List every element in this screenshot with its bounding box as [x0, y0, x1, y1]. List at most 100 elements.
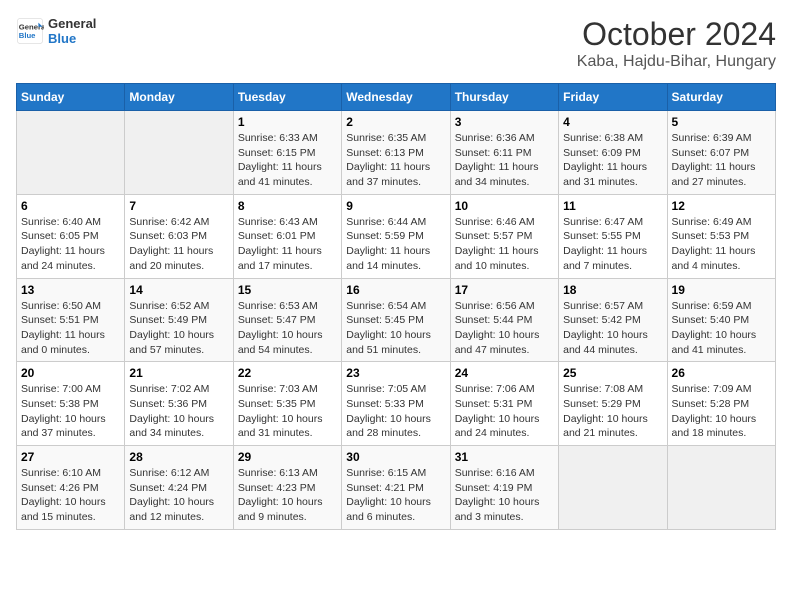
calendar-cell: 20 Sunrise: 7:00 AMSunset: 5:38 PMDayligh…: [17, 362, 125, 446]
calendar-cell: 23Sunrise: 7:05 AMSunset: 5:33 PMDayligh…: [342, 362, 450, 446]
day-number: 21: [129, 366, 228, 380]
day-info: Sunrise: 6:43 AMSunset: 6:01 PMDaylight:…: [238, 215, 337, 274]
day-number: 17: [455, 283, 554, 297]
day-number: 5: [672, 115, 771, 129]
calendar-cell: 18 Sunrise: 6:57 AMSunset: 5:42 PMDayligh…: [559, 278, 667, 362]
day-info: Sunrise: 6:15 AMSunset: 4:21 PMDaylight:…: [346, 466, 445, 525]
calendar-cell: [667, 446, 775, 530]
calendar-table: SundayMondayTuesdayWednesdayThursdayFrid…: [16, 83, 776, 530]
calendar-cell: 1Sunrise: 6:33 AMSunset: 6:15 PMDaylight…: [233, 111, 341, 195]
calendar-body: 1Sunrise: 6:33 AMSunset: 6:15 PMDaylight…: [17, 111, 776, 530]
day-info: Sunrise: 6:53 AMSunset: 5:47 PMDaylight:…: [238, 299, 337, 358]
day-number: 11: [563, 199, 662, 213]
calendar-cell: 3 Sunrise: 6:36 AMSunset: 6:11 PMDaylight…: [450, 111, 558, 195]
day-number: 4: [563, 115, 662, 129]
calendar-cell: 6 Sunrise: 6:40 AMSunset: 6:05 PMDaylight…: [17, 194, 125, 278]
day-info: Sunrise: 7:09 AMSunset: 5:28 PMDaylight:…: [672, 382, 771, 441]
weekday-header-saturday: Saturday: [667, 84, 775, 111]
calendar-cell: 30 Sunrise: 6:15 AMSunset: 4:21 PMDayligh…: [342, 446, 450, 530]
day-number: 7: [129, 199, 228, 213]
day-number: 1: [238, 115, 337, 129]
day-number: 3: [455, 115, 554, 129]
day-number: 14: [129, 283, 228, 297]
day-info: Sunrise: 6:12 AMSunset: 4:24 PMDaylight:…: [129, 466, 228, 525]
day-info: Sunrise: 6:10 AMSunset: 4:26 PMDaylight:…: [21, 466, 120, 525]
day-info: Sunrise: 6:57 AMSunset: 5:42 PMDaylight:…: [563, 299, 662, 358]
calendar-cell: 15 Sunrise: 6:53 AMSunset: 5:47 PMDayligh…: [233, 278, 341, 362]
day-number: 19: [672, 283, 771, 297]
calendar-cell: 8Sunrise: 6:43 AMSunset: 6:01 PMDaylight…: [233, 194, 341, 278]
day-info: Sunrise: 6:49 AMSunset: 5:53 PMDaylight:…: [672, 215, 771, 274]
day-number: 29: [238, 450, 337, 464]
week-row-2: 6 Sunrise: 6:40 AMSunset: 6:05 PMDaylight…: [17, 194, 776, 278]
day-number: 18: [563, 283, 662, 297]
weekday-header-sunday: Sunday: [17, 84, 125, 111]
week-row-4: 20 Sunrise: 7:00 AMSunset: 5:38 PMDayligh…: [17, 362, 776, 446]
calendar-cell: [17, 111, 125, 195]
weekday-header-thursday: Thursday: [450, 84, 558, 111]
title-block: October 2024 Kaba, Hajdu-Bihar, Hungary: [577, 16, 776, 71]
day-info: Sunrise: 7:03 AMSunset: 5:35 PMDaylight:…: [238, 382, 337, 441]
page-header: General Blue General Blue October 2024 K…: [16, 16, 776, 71]
svg-text:Blue: Blue: [19, 31, 36, 40]
day-info: Sunrise: 6:36 AMSunset: 6:11 PMDaylight:…: [455, 131, 554, 190]
calendar-cell: 11 Sunrise: 6:47 AMSunset: 5:55 PMDayligh…: [559, 194, 667, 278]
calendar-cell: 12 Sunrise: 6:49 AMSunset: 5:53 PMDayligh…: [667, 194, 775, 278]
day-info: Sunrise: 6:39 AMSunset: 6:07 PMDaylight:…: [672, 131, 771, 190]
day-info: Sunrise: 6:40 AMSunset: 6:05 PMDaylight:…: [21, 215, 120, 274]
logo: General Blue General Blue: [16, 16, 96, 46]
calendar-cell: 2Sunrise: 6:35 AMSunset: 6:13 PMDaylight…: [342, 111, 450, 195]
day-info: Sunrise: 7:02 AMSunset: 5:36 PMDaylight:…: [129, 382, 228, 441]
day-info: Sunrise: 6:54 AMSunset: 5:45 PMDaylight:…: [346, 299, 445, 358]
svg-text:General: General: [19, 23, 44, 32]
day-info: Sunrise: 6:59 AMSunset: 5:40 PMDaylight:…: [672, 299, 771, 358]
day-info: Sunrise: 6:50 AMSunset: 5:51 PMDaylight:…: [21, 299, 120, 358]
day-number: 22: [238, 366, 337, 380]
week-row-3: 13 Sunrise: 6:50 AMSunset: 5:51 PMDayligh…: [17, 278, 776, 362]
day-info: Sunrise: 6:35 AMSunset: 6:13 PMDaylight:…: [346, 131, 445, 190]
calendar-cell: 7 Sunrise: 6:42 AMSunset: 6:03 PMDaylight…: [125, 194, 233, 278]
day-number: 16: [346, 283, 445, 297]
day-info: Sunrise: 6:46 AMSunset: 5:57 PMDaylight:…: [455, 215, 554, 274]
day-info: Sunrise: 7:05 AMSunset: 5:33 PMDaylight:…: [346, 382, 445, 441]
calendar-cell: 13 Sunrise: 6:50 AMSunset: 5:51 PMDayligh…: [17, 278, 125, 362]
day-number: 28: [129, 450, 228, 464]
day-info: Sunrise: 6:52 AMSunset: 5:49 PMDaylight:…: [129, 299, 228, 358]
weekday-header-friday: Friday: [559, 84, 667, 111]
day-info: Sunrise: 6:47 AMSunset: 5:55 PMDaylight:…: [563, 215, 662, 274]
calendar-cell: 31 Sunrise: 6:16 AMSunset: 4:19 PMDayligh…: [450, 446, 558, 530]
calendar-cell: 26Sunrise: 7:09 AMSunset: 5:28 PMDayligh…: [667, 362, 775, 446]
day-info: Sunrise: 6:44 AMSunset: 5:59 PMDaylight:…: [346, 215, 445, 274]
weekday-header-tuesday: Tuesday: [233, 84, 341, 111]
day-info: Sunrise: 6:38 AMSunset: 6:09 PMDaylight:…: [563, 131, 662, 190]
day-number: 13: [21, 283, 120, 297]
day-number: 31: [455, 450, 554, 464]
day-info: Sunrise: 7:00 AMSunset: 5:38 PMDaylight:…: [21, 382, 120, 441]
day-info: Sunrise: 6:42 AMSunset: 6:03 PMDaylight:…: [129, 215, 228, 274]
day-number: 27: [21, 450, 120, 464]
day-info: Sunrise: 7:08 AMSunset: 5:29 PMDaylight:…: [563, 382, 662, 441]
calendar-cell: 25 Sunrise: 7:08 AMSunset: 5:29 PMDayligh…: [559, 362, 667, 446]
day-number: 15: [238, 283, 337, 297]
day-number: 20: [21, 366, 120, 380]
day-info: Sunrise: 7:06 AMSunset: 5:31 PMDaylight:…: [455, 382, 554, 441]
calendar-cell: [559, 446, 667, 530]
day-number: 12: [672, 199, 771, 213]
calendar-cell: 19 Sunrise: 6:59 AMSunset: 5:40 PMDayligh…: [667, 278, 775, 362]
logo-blue: Blue: [48, 31, 96, 46]
calendar-cell: 29 Sunrise: 6:13 AMSunset: 4:23 PMDayligh…: [233, 446, 341, 530]
day-number: 9: [346, 199, 445, 213]
calendar-cell: 10 Sunrise: 6:46 AMSunset: 5:57 PMDayligh…: [450, 194, 558, 278]
day-number: 30: [346, 450, 445, 464]
week-row-5: 27 Sunrise: 6:10 AMSunset: 4:26 PMDayligh…: [17, 446, 776, 530]
day-number: 10: [455, 199, 554, 213]
day-info: Sunrise: 6:13 AMSunset: 4:23 PMDaylight:…: [238, 466, 337, 525]
calendar-cell: 28 Sunrise: 6:12 AMSunset: 4:24 PMDayligh…: [125, 446, 233, 530]
day-number: 24: [455, 366, 554, 380]
day-number: 6: [21, 199, 120, 213]
day-info: Sunrise: 6:16 AMSunset: 4:19 PMDaylight:…: [455, 466, 554, 525]
day-number: 25: [563, 366, 662, 380]
calendar-cell: 17Sunrise: 6:56 AMSunset: 5:44 PMDayligh…: [450, 278, 558, 362]
calendar-cell: [125, 111, 233, 195]
location: Kaba, Hajdu-Bihar, Hungary: [577, 53, 776, 71]
